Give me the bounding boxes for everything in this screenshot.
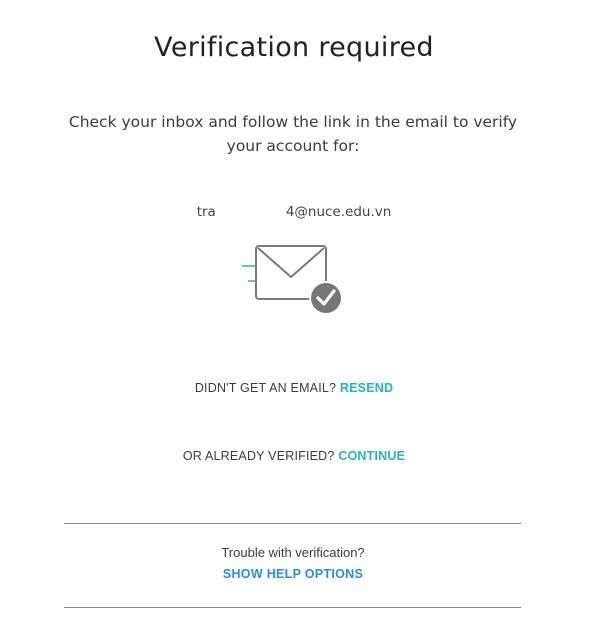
divider-bottom (64, 607, 521, 608)
resend-row: DIDN'T GET AN EMAIL? RESEND (0, 381, 588, 395)
page-title: Verification required (154, 32, 434, 63)
resend-prompt: DIDN'T GET AN EMAIL? (194, 381, 337, 395)
envelope-check-icon (238, 240, 350, 320)
continue-prompt: OR ALREADY VERIFIED? (182, 449, 335, 463)
continue-row: OR ALREADY VERIFIED? CONTINUE (0, 449, 588, 463)
email-suffix: 4@nuce.edu.vn (285, 204, 392, 220)
email-redaction (215, 205, 286, 219)
continue-link[interactable]: CONTINUE (338, 449, 405, 463)
verification-card: Verification required Check your inbox a… (0, 0, 600, 629)
email-prefix: tra (196, 204, 216, 220)
trouble-text: Trouble with verification? (221, 545, 365, 560)
verification-description: Check your inbox and follow the link in … (68, 113, 518, 155)
divider-top (64, 523, 521, 524)
resend-link[interactable]: RESEND (340, 381, 393, 395)
show-help-options-link[interactable]: SHOW HELP OPTIONS (0, 567, 586, 581)
account-email: tra 4@nuce.edu.vn (0, 204, 588, 220)
